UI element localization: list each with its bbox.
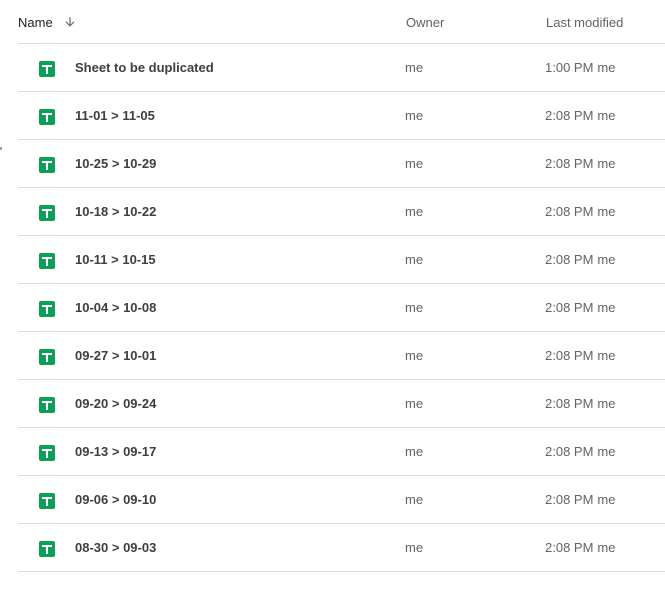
- google-sheets-icon: [39, 109, 55, 125]
- owner-column-header[interactable]: Owner: [406, 0, 444, 44]
- google-sheets-icon: [39, 253, 55, 269]
- file-owner: me: [405, 108, 424, 123]
- file-name: 09-13 > 09-17: [75, 444, 157, 459]
- file-name: 08-30 > 09-03: [75, 540, 157, 555]
- file-owner: me: [405, 60, 424, 75]
- modified-by: me: [597, 60, 616, 75]
- file-owner: me: [405, 204, 424, 219]
- google-sheets-icon: [39, 61, 55, 77]
- modified-time: 2:08 PM: [545, 492, 594, 507]
- file-last-modified: 2:08 PM me: [545, 140, 615, 188]
- modified-time: 2:08 PM: [545, 108, 594, 123]
- file-name: 10-04 > 10-08: [75, 300, 157, 315]
- last-modified-column-header[interactable]: Last modified: [546, 0, 623, 44]
- google-sheets-icon: [39, 301, 55, 317]
- file-last-modified: 2:08 PM me: [545, 332, 615, 380]
- modified-by: me: [597, 492, 616, 507]
- file-last-modified: 2:08 PM me: [545, 428, 615, 476]
- google-sheets-icon: [39, 157, 55, 173]
- file-owner: me: [405, 492, 424, 507]
- modified-by: me: [597, 540, 616, 555]
- google-sheets-icon: [39, 445, 55, 461]
- file-name: 10-11 > 10-15: [75, 252, 156, 267]
- modified-time: 2:08 PM: [545, 204, 594, 219]
- file-list: Name Owner Last modified Sheet to be dup…: [18, 0, 665, 572]
- file-name: 11-01 > 11-05: [75, 108, 155, 123]
- file-last-modified: 2:08 PM me: [545, 524, 615, 572]
- modified-time: 2:08 PM: [545, 252, 594, 267]
- modified-by: me: [597, 300, 616, 315]
- file-name: 09-06 > 09-10: [75, 492, 157, 507]
- file-last-modified: 2:08 PM me: [545, 188, 615, 236]
- file-name: 10-25 > 10-29: [75, 156, 157, 171]
- file-owner: me: [405, 300, 424, 315]
- file-row[interactable]: 10-04 > 10-08 me 2:08 PM me: [18, 284, 665, 332]
- modified-by: me: [597, 156, 616, 171]
- file-row[interactable]: Sheet to be duplicated me 1:00 PM me: [18, 44, 665, 92]
- file-owner: me: [405, 348, 424, 363]
- file-last-modified: 2:08 PM me: [545, 284, 615, 332]
- google-sheets-icon: [39, 397, 55, 413]
- file-name: 09-27 > 10-01: [75, 348, 157, 363]
- modified-time: 1:00 PM: [545, 60, 594, 75]
- file-owner: me: [405, 252, 424, 267]
- modified-by: me: [597, 204, 616, 219]
- arrow-down-icon[interactable]: [63, 15, 77, 29]
- modified-time: 2:08 PM: [545, 156, 594, 171]
- modified-by: me: [597, 444, 616, 459]
- name-column-header[interactable]: Name: [18, 0, 53, 44]
- file-name: 10-18 > 10-22: [75, 204, 157, 219]
- file-row[interactable]: 09-20 > 09-24 me 2:08 PM me: [18, 380, 665, 428]
- file-last-modified: 2:08 PM me: [545, 92, 615, 140]
- google-sheets-icon: [39, 349, 55, 365]
- list-header: Name Owner Last modified: [18, 0, 665, 44]
- file-last-modified: 2:08 PM me: [545, 476, 615, 524]
- file-last-modified: 2:08 PM me: [545, 236, 615, 284]
- file-row[interactable]: 10-18 > 10-22 me 2:08 PM me: [18, 188, 665, 236]
- file-owner: me: [405, 444, 424, 459]
- file-row[interactable]: 09-13 > 09-17 me 2:08 PM me: [18, 428, 665, 476]
- file-owner: me: [405, 540, 424, 555]
- modified-by: me: [597, 108, 616, 123]
- file-row[interactable]: 09-06 > 09-10 me 2:08 PM me: [18, 476, 665, 524]
- modified-time: 2:08 PM: [545, 540, 594, 555]
- file-owner: me: [405, 156, 424, 171]
- file-row[interactable]: 10-25 > 10-29 me 2:08 PM me: [18, 140, 665, 188]
- modified-by: me: [597, 348, 616, 363]
- file-name: Sheet to be duplicated: [75, 60, 214, 75]
- google-sheets-icon: [39, 541, 55, 557]
- modified-time: 2:08 PM: [545, 444, 594, 459]
- file-rows: Sheet to be duplicated me 1:00 PM me 11-0…: [18, 44, 665, 572]
- modified-by: me: [597, 396, 616, 411]
- file-row[interactable]: 10-11 > 10-15 me 2:08 PM me: [18, 236, 665, 284]
- modified-time: 2:08 PM: [545, 348, 594, 363]
- google-sheets-icon: [39, 205, 55, 221]
- google-sheets-icon: [39, 493, 55, 509]
- modified-time: 2:08 PM: [545, 396, 594, 411]
- file-row[interactable]: 11-01 > 11-05 me 2:08 PM me: [18, 92, 665, 140]
- file-last-modified: 1:00 PM me: [545, 44, 615, 92]
- file-name: 09-20 > 09-24: [75, 396, 157, 411]
- file-row[interactable]: 08-30 > 09-03 me 2:08 PM me: [18, 524, 665, 572]
- modified-time: 2:08 PM: [545, 300, 594, 315]
- file-owner: me: [405, 396, 424, 411]
- scroll-edge-marker: [0, 147, 2, 150]
- file-row[interactable]: 09-27 > 10-01 me 2:08 PM me: [18, 332, 665, 380]
- modified-by: me: [597, 252, 616, 267]
- file-last-modified: 2:08 PM me: [545, 380, 615, 428]
